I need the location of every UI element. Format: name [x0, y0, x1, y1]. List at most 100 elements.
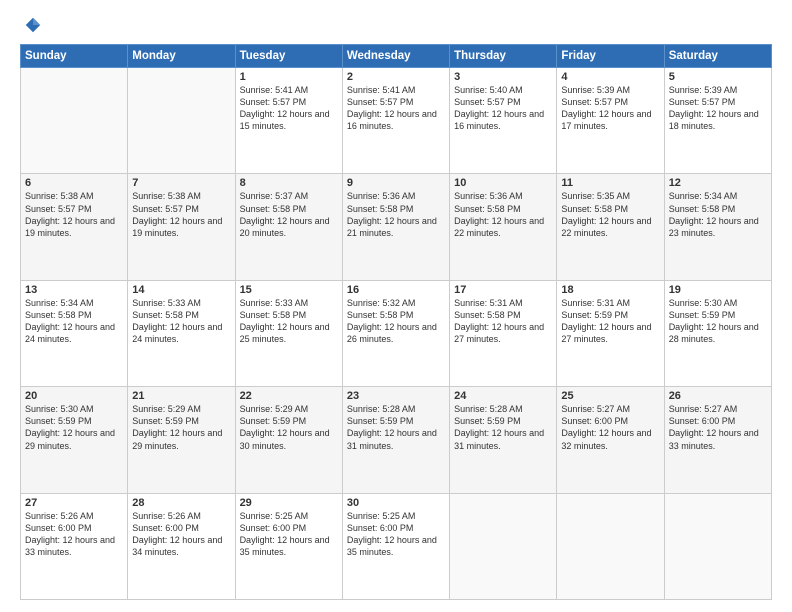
calendar-cell — [557, 493, 664, 599]
day-content: Sunrise: 5:29 AM Sunset: 5:59 PM Dayligh… — [240, 404, 330, 450]
day-content: Sunrise: 5:28 AM Sunset: 5:59 PM Dayligh… — [347, 404, 437, 450]
calendar-cell: 20 Sunrise: 5:30 AM Sunset: 5:59 PM Dayli… — [21, 387, 128, 493]
col-header-tuesday: Tuesday — [235, 45, 342, 68]
day-number: 24 — [454, 390, 552, 402]
calendar-cell — [21, 68, 128, 174]
day-number: 4 — [561, 71, 659, 83]
col-header-monday: Monday — [128, 45, 235, 68]
day-number: 23 — [347, 390, 445, 402]
calendar-cell: 9 Sunrise: 5:36 AM Sunset: 5:58 PM Daylig… — [342, 174, 449, 280]
day-number: 22 — [240, 390, 338, 402]
day-content: Sunrise: 5:40 AM Sunset: 5:57 PM Dayligh… — [454, 85, 544, 131]
header — [20, 16, 772, 34]
day-number: 11 — [561, 177, 659, 189]
day-number: 5 — [669, 71, 767, 83]
calendar-cell — [450, 493, 557, 599]
day-number: 28 — [132, 497, 230, 509]
day-content: Sunrise: 5:37 AM Sunset: 5:58 PM Dayligh… — [240, 191, 330, 237]
calendar-cell: 12 Sunrise: 5:34 AM Sunset: 5:58 PM Dayli… — [664, 174, 771, 280]
page: SundayMondayTuesdayWednesdayThursdayFrid… — [0, 0, 792, 612]
day-content: Sunrise: 5:28 AM Sunset: 5:59 PM Dayligh… — [454, 404, 544, 450]
calendar-cell: 17 Sunrise: 5:31 AM Sunset: 5:58 PM Dayli… — [450, 280, 557, 386]
calendar-week-row: 20 Sunrise: 5:30 AM Sunset: 5:59 PM Dayli… — [21, 387, 772, 493]
day-content: Sunrise: 5:30 AM Sunset: 5:59 PM Dayligh… — [669, 298, 759, 344]
col-header-wednesday: Wednesday — [342, 45, 449, 68]
day-number: 21 — [132, 390, 230, 402]
day-content: Sunrise: 5:34 AM Sunset: 5:58 PM Dayligh… — [25, 298, 115, 344]
day-content: Sunrise: 5:38 AM Sunset: 5:57 PM Dayligh… — [132, 191, 222, 237]
calendar-cell: 10Sunrise: 5:36 AM Sunset: 5:58 PM Dayli… — [450, 174, 557, 280]
calendar-cell: 24 Sunrise: 5:28 AM Sunset: 5:59 PM Dayli… — [450, 387, 557, 493]
day-content: Sunrise: 5:32 AM Sunset: 5:58 PM Dayligh… — [347, 298, 437, 344]
calendar-cell: 2 Sunrise: 5:41 AM Sunset: 5:57 PM Daylig… — [342, 68, 449, 174]
calendar-cell: 26 Sunrise: 5:27 AM Sunset: 6:00 PM Dayli… — [664, 387, 771, 493]
calendar-cell: 22 Sunrise: 5:29 AM Sunset: 5:59 PM Dayli… — [235, 387, 342, 493]
day-number: 16 — [347, 284, 445, 296]
day-number: 9 — [347, 177, 445, 189]
day-number: 20 — [25, 390, 123, 402]
day-content: Sunrise: 5:27 AM Sunset: 6:00 PM Dayligh… — [669, 404, 759, 450]
col-header-thursday: Thursday — [450, 45, 557, 68]
day-number: 27 — [25, 497, 123, 509]
logo — [20, 16, 42, 34]
day-number: 13 — [25, 284, 123, 296]
day-number: 19 — [669, 284, 767, 296]
day-number: 25 — [561, 390, 659, 402]
day-number: 7 — [132, 177, 230, 189]
day-content: Sunrise: 5:30 AM Sunset: 5:59 PM Dayligh… — [25, 404, 115, 450]
calendar-cell: 29 Sunrise: 5:25 AM Sunset: 6:00 PM Dayli… — [235, 493, 342, 599]
calendar-header-row: SundayMondayTuesdayWednesdayThursdayFrid… — [21, 45, 772, 68]
day-content: Sunrise: 5:39 AM Sunset: 5:57 PM Dayligh… — [561, 85, 651, 131]
day-number: 30 — [347, 497, 445, 509]
day-number: 6 — [25, 177, 123, 189]
day-content: Sunrise: 5:26 AM Sunset: 6:00 PM Dayligh… — [132, 511, 222, 557]
day-content: Sunrise: 5:31 AM Sunset: 5:59 PM Dayligh… — [561, 298, 651, 344]
calendar-cell: 3 Sunrise: 5:40 AM Sunset: 5:57 PM Daylig… — [450, 68, 557, 174]
calendar-cell: 13 Sunrise: 5:34 AM Sunset: 5:58 PM Dayli… — [21, 280, 128, 386]
day-number: 15 — [240, 284, 338, 296]
day-number: 1 — [240, 71, 338, 83]
col-header-friday: Friday — [557, 45, 664, 68]
day-content: Sunrise: 5:35 AM Sunset: 5:58 PM Dayligh… — [561, 191, 651, 237]
calendar-cell: 21 Sunrise: 5:29 AM Sunset: 5:59 PM Dayli… — [128, 387, 235, 493]
calendar-cell: 8 Sunrise: 5:37 AM Sunset: 5:58 PM Daylig… — [235, 174, 342, 280]
calendar-cell: 11 Sunrise: 5:35 AM Sunset: 5:58 PM Dayli… — [557, 174, 664, 280]
calendar-cell: 27 Sunrise: 5:26 AM Sunset: 6:00 PM Dayli… — [21, 493, 128, 599]
day-content: Sunrise: 5:41 AM Sunset: 5:57 PM Dayligh… — [347, 85, 437, 131]
day-number: 3 — [454, 71, 552, 83]
day-number: 29 — [240, 497, 338, 509]
day-content: Sunrise: 5:25 AM Sunset: 6:00 PM Dayligh… — [240, 511, 330, 557]
day-content: Sunrise: 5:33 AM Sunset: 5:58 PM Dayligh… — [132, 298, 222, 344]
day-content: Sunrise: 5:38 AM Sunset: 5:57 PM Dayligh… — [25, 191, 115, 237]
day-content: Sunrise: 5:41 AM Sunset: 5:57 PM Dayligh… — [240, 85, 330, 131]
day-content: Sunrise: 5:36 AM Sunset: 5:58 PM Dayligh… — [347, 191, 437, 237]
day-number: 12 — [669, 177, 767, 189]
day-content: Sunrise: 5:39 AM Sunset: 5:57 PM Dayligh… — [669, 85, 759, 131]
day-content: Sunrise: 5:34 AM Sunset: 5:58 PM Dayligh… — [669, 191, 759, 237]
calendar-cell — [128, 68, 235, 174]
calendar-week-row: 27 Sunrise: 5:26 AM Sunset: 6:00 PM Dayli… — [21, 493, 772, 599]
calendar-cell: 15 Sunrise: 5:33 AM Sunset: 5:58 PM Dayli… — [235, 280, 342, 386]
calendar-cell: 25Sunrise: 5:27 AM Sunset: 6:00 PM Dayli… — [557, 387, 664, 493]
day-number: 2 — [347, 71, 445, 83]
day-number: 8 — [240, 177, 338, 189]
calendar-cell: 7 Sunrise: 5:38 AM Sunset: 5:57 PM Daylig… — [128, 174, 235, 280]
day-content: Sunrise: 5:26 AM Sunset: 6:00 PM Dayligh… — [25, 511, 115, 557]
calendar-table: SundayMondayTuesdayWednesdayThursdayFrid… — [20, 44, 772, 600]
calendar-cell: 23 Sunrise: 5:28 AM Sunset: 5:59 PM Dayli… — [342, 387, 449, 493]
day-number: 18 — [561, 284, 659, 296]
day-number: 26 — [669, 390, 767, 402]
col-header-sunday: Sunday — [21, 45, 128, 68]
calendar-cell: 18 Sunrise: 5:31 AM Sunset: 5:59 PM Dayli… — [557, 280, 664, 386]
logo-icon — [24, 16, 42, 34]
calendar-cell: 28 Sunrise: 5:26 AM Sunset: 6:00 PM Dayli… — [128, 493, 235, 599]
day-content: Sunrise: 5:31 AM Sunset: 5:58 PM Dayligh… — [454, 298, 544, 344]
day-content: Sunrise: 5:33 AM Sunset: 5:58 PM Dayligh… — [240, 298, 330, 344]
day-number: 17 — [454, 284, 552, 296]
calendar-cell: 1 Sunrise: 5:41 AM Sunset: 5:57 PM Daylig… — [235, 68, 342, 174]
day-content: Sunrise: 5:29 AM Sunset: 5:59 PM Dayligh… — [132, 404, 222, 450]
calendar-cell: 30 Sunrise: 5:25 AM Sunset: 6:00 PM Dayli… — [342, 493, 449, 599]
day-content: Sunrise: 5:25 AM Sunset: 6:00 PM Dayligh… — [347, 511, 437, 557]
calendar-cell: 5 Sunrise: 5:39 AM Sunset: 5:57 PM Daylig… — [664, 68, 771, 174]
calendar-week-row: 1 Sunrise: 5:41 AM Sunset: 5:57 PM Daylig… — [21, 68, 772, 174]
